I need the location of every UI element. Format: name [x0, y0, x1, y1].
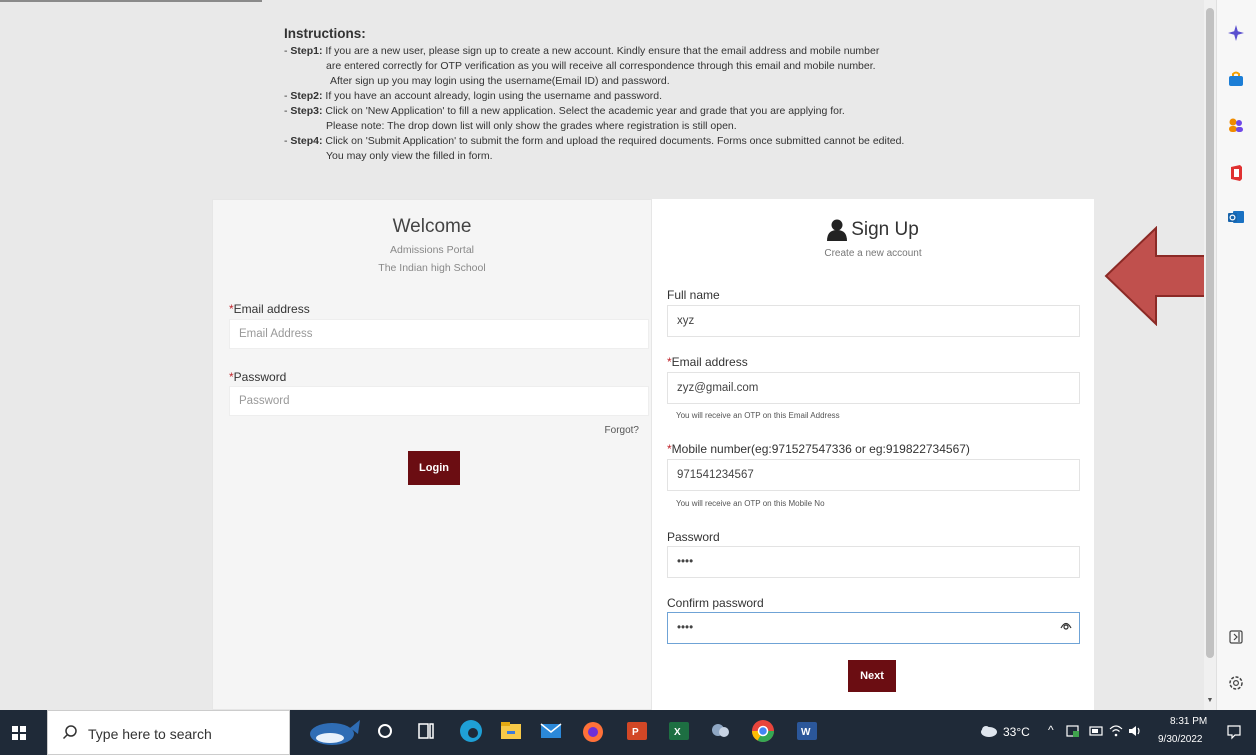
word-icon[interactable]: W: [794, 718, 820, 744]
outlook-icon[interactable]: [1227, 208, 1245, 226]
step4: - Step4: Click on 'Submit Application' t…: [284, 135, 905, 147]
email-otp-hint: You will receive an OTP on this Email Ad…: [676, 411, 840, 420]
portal-name: Admissions Portal: [389, 244, 475, 256]
page-scrollbar-thumb[interactable]: [1206, 8, 1214, 658]
login-button[interactable]: Login: [408, 451, 460, 485]
step1-line2: are entered correctly for OTP verificati…: [326, 60, 876, 72]
top-divider: [0, 0, 262, 2]
svg-text:W: W: [801, 727, 811, 738]
shopping-icon[interactable]: [1227, 70, 1245, 88]
sidebar-collapse-icon[interactable]: [1227, 628, 1245, 646]
login-email-input[interactable]: [229, 319, 649, 349]
forgot-link[interactable]: Forgot?: [605, 425, 639, 436]
powerpoint-icon[interactable]: P: [624, 718, 650, 744]
step1: - Step1: If you are a new user, please s…: [284, 45, 880, 57]
signup-title: Sign Up: [827, 219, 919, 241]
signup-email-label: *Email address: [667, 355, 748, 369]
excel-icon[interactable]: X: [666, 718, 692, 744]
password-label: Password: [667, 530, 720, 544]
whale-widget-icon[interactable]: [300, 714, 362, 750]
wifi-icon[interactable]: [1108, 723, 1124, 739]
school-name: The Indian high School: [378, 262, 486, 274]
tray-app-icon[interactable]: [1065, 723, 1081, 739]
mobile-otp-hint: You will receive an OTP on this Mobile N…: [676, 499, 825, 508]
user-icon: [827, 219, 848, 241]
next-button[interactable]: Next: [848, 660, 896, 692]
weather-cloud-icon[interactable]: [978, 724, 998, 738]
cortana-icon[interactable]: [372, 718, 398, 744]
mobile-input[interactable]: [667, 459, 1080, 491]
snipping-tool-icon[interactable]: [708, 718, 734, 744]
people-icon[interactable]: [1227, 116, 1245, 134]
search-icon: [62, 725, 77, 740]
volume-icon[interactable]: [1127, 723, 1143, 739]
welcome-title: Welcome: [392, 216, 472, 237]
login-header: Welcome Admissions Portal The Indian hig…: [213, 200, 651, 276]
windows-start-icon[interactable]: [12, 726, 26, 740]
signup-card: Sign Up Create a new account Full name *…: [652, 199, 1094, 710]
signup-header: Sign Up Create a new account: [652, 199, 1094, 259]
clock-time[interactable]: 8:31 PM: [1170, 716, 1207, 727]
login-email-label: *Email address: [229, 302, 310, 316]
svg-text:X: X: [674, 727, 681, 738]
office-icon[interactable]: [1227, 164, 1245, 182]
tray-chevron-icon[interactable]: ^: [1048, 723, 1054, 737]
weather-temp[interactable]: 33°C: [1003, 725, 1030, 739]
file-explorer-icon[interactable]: [498, 718, 524, 744]
notification-icon[interactable]: [1226, 724, 1242, 740]
mail-icon[interactable]: [538, 718, 564, 744]
battery-icon[interactable]: [1088, 723, 1104, 739]
mobile-label: *Mobile number(eg:971527547336 or eg:919…: [667, 442, 970, 456]
signup-subtitle: Create a new account: [824, 248, 922, 259]
login-card: Welcome Admissions Portal The Indian hig…: [212, 199, 652, 710]
browser-sidebar: [1216, 0, 1256, 710]
eye-icon[interactable]: [1060, 620, 1072, 630]
task-view-icon[interactable]: [413, 718, 439, 744]
taskbar-search-placeholder: Type here to search: [88, 726, 212, 742]
step2: - Step2: If you have an account already,…: [284, 90, 663, 102]
login-password-input[interactable]: [229, 386, 649, 416]
fullname-label: Full name: [667, 288, 720, 302]
instructions-panel: Instructions: - Step1: If you are a new …: [284, 26, 984, 164]
chrome-icon[interactable]: [750, 718, 776, 744]
firefox-icon[interactable]: [580, 718, 606, 744]
svg-text:P: P: [632, 727, 639, 738]
login-password-label: *Password: [229, 370, 287, 384]
confirm-password-label: Confirm password: [667, 596, 764, 610]
edge-browser-icon[interactable]: [458, 718, 484, 744]
instructions-title: Instructions:: [284, 26, 366, 41]
step1-line3: After sign up you may login using the us…: [330, 75, 670, 87]
scroll-down-arrow-icon[interactable]: ▼: [1205, 697, 1215, 707]
step3: - Step3: Click on 'New Application' to f…: [284, 105, 845, 117]
step3-line2: Please note: The drop down list will onl…: [326, 120, 737, 132]
signup-email-input[interactable]: [667, 372, 1080, 404]
confirm-password-input[interactable]: [667, 612, 1080, 644]
step4-line2: You may only view the filled in form.: [326, 150, 493, 162]
settings-gear-icon[interactable]: [1227, 674, 1245, 692]
copilot-icon[interactable]: [1227, 24, 1245, 42]
password-input[interactable]: [667, 546, 1080, 578]
fullname-input[interactable]: [667, 305, 1080, 337]
clock-date[interactable]: 9/30/2022: [1158, 734, 1203, 745]
